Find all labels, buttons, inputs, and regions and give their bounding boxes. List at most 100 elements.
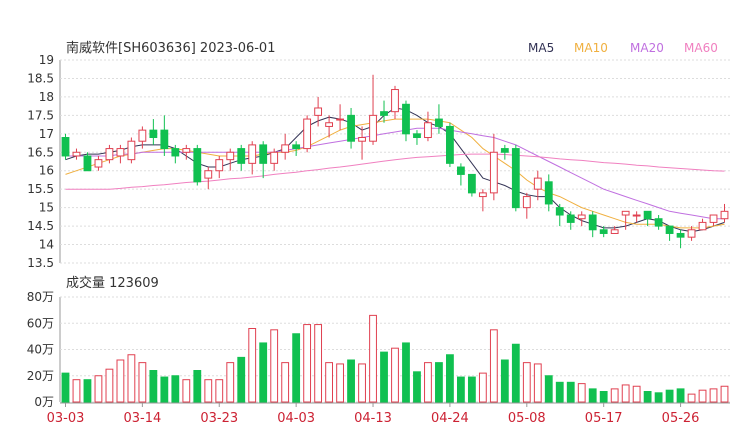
volume-bar [149,370,158,403]
volume-bar [478,372,487,403]
candle [467,173,476,197]
candle-body [632,214,641,217]
candle-body [413,133,421,139]
volume-bar [402,342,410,403]
candle-body [336,118,344,121]
candle-body [160,129,169,150]
candle [358,126,366,160]
x-tick-label: 04-13 [354,411,392,426]
candle-body [303,118,312,150]
ma60-line [65,153,725,190]
candle [555,203,564,227]
volume-bar [456,376,465,403]
candle-body [446,125,454,164]
candle-body [500,148,509,153]
legend-item-ma5: MA5 [528,41,554,55]
volume-bars [61,314,729,403]
candle-body [456,166,465,175]
volume-tick-label: 0万 [34,395,54,409]
x-axis: 03-03 03-14 03-23 04-03 04-13 04-24 05-08 05-17… [47,402,730,426]
volume-bar [61,372,70,403]
candle-body [138,129,147,142]
candle [226,148,235,171]
volume-bar [511,343,520,403]
x-tick-label: 03-14 [123,411,161,426]
volume-bar [358,363,366,403]
legend-item-ma10: MA10 [574,41,608,55]
candle-body [215,159,224,172]
candle [424,111,432,142]
candle [281,133,290,160]
volume-bar [676,388,685,403]
price-tick-label: 14.5 [27,219,54,233]
candle-body [588,214,597,231]
candle-body [270,151,279,164]
candle [259,141,268,179]
volume-bar [204,379,213,403]
candle-body [380,111,388,116]
candle-body [555,207,564,216]
volume-title: 成交量 123609 [66,275,159,291]
price-axis: 19 18.5 18 17.5 17 16.5 16 15.5 15 14.5 14 13.5 [27,53,54,270]
volume-bar [467,376,476,403]
volume-bar [665,389,674,403]
candle [500,144,509,160]
candle [336,104,344,131]
candle [456,163,465,186]
candle [83,152,92,172]
volume-bar [226,362,235,403]
volume-bar [610,388,619,403]
candle-body [193,148,202,183]
candle-body [61,137,70,157]
volume-bar [138,362,147,403]
volume-bar [698,389,707,403]
candle-body [182,148,191,153]
candle-body [720,210,729,220]
candle [149,119,158,145]
candle-body [237,148,246,164]
volume-tick-label: 40万 [27,343,54,357]
volume-bar [237,356,246,403]
candle-body [204,170,213,179]
candle-body [402,103,410,135]
volume-bar [127,354,136,403]
volume-bar [687,393,696,403]
candle-body [292,144,301,150]
candle [369,74,377,145]
candle-body [467,173,476,194]
volume-bar [654,392,663,403]
volume-bar [193,370,202,403]
volume-bar [380,351,388,403]
volume-bar [160,376,169,403]
candle [292,141,301,156]
candle-body [533,177,542,190]
volume-bar [632,385,641,403]
volume-bar [347,359,355,403]
candle-body [643,210,652,220]
candle [94,155,103,171]
candle-body [369,114,377,142]
candle-body [248,144,257,164]
volume-bar [522,362,531,403]
volume-axis: 80万 60万 40万 20万 0万 [27,290,54,409]
candle [720,203,729,223]
volume-bar [577,383,586,403]
volume-bar [105,368,114,403]
volume-bar [325,362,334,403]
candle-body [281,144,290,153]
volume-bar [588,388,597,403]
price-tick-label: 15.5 [27,182,54,196]
candle [303,115,312,153]
volume-bar [446,354,454,403]
candle-body [314,107,323,116]
candle-body [171,148,180,157]
volume-bar [369,314,377,403]
price-tick-label: 18.5 [27,71,54,85]
candle [215,155,224,179]
candle [127,137,136,164]
candle-body [687,229,696,238]
price-tick-label: 19 [39,53,54,67]
candle-body [544,181,553,205]
volume-bar [281,362,290,403]
candle-body [116,148,125,157]
